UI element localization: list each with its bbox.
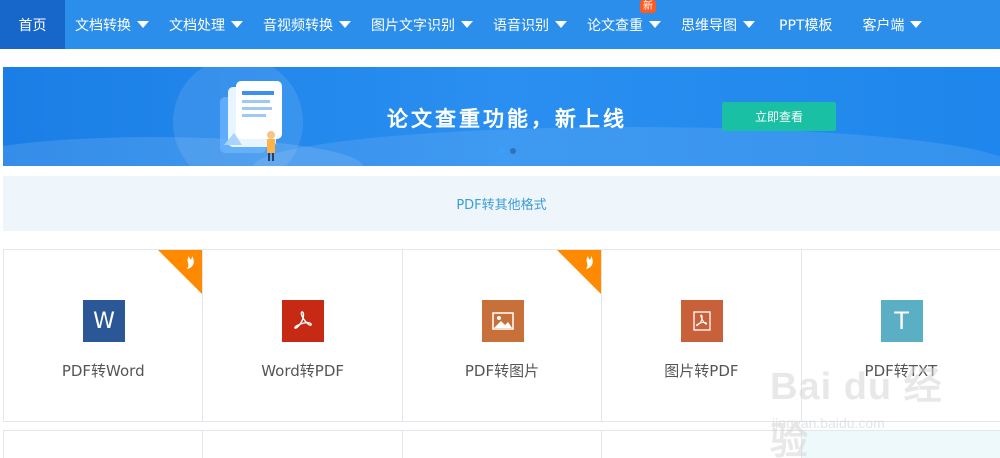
nav-item-label: 文档转换: [75, 17, 131, 34]
nav-item-label: PPT模板: [779, 17, 833, 34]
tool-card[interactable]: [601, 430, 802, 458]
tool-label: PDF转Word: [61, 362, 145, 380]
nav-item-label: 首页: [18, 17, 47, 34]
nav-item-label: 论文查重: [587, 17, 643, 34]
tool-card[interactable]: [202, 430, 403, 458]
hot-fire-icon: [557, 250, 602, 294]
nav-item-doc-process[interactable]: 文档处理: [159, 0, 253, 49]
chevron-down-icon: [910, 21, 923, 28]
new-badge: 新: [640, 0, 656, 13]
nav-item-av-convert[interactable]: 音视频转换: [253, 0, 361, 49]
tool-card-word-to-pdf[interactable]: Word转PDF: [202, 249, 403, 422]
section-title: PDF转其他格式: [3, 176, 1000, 231]
nav-item-label: 语音识别: [493, 17, 549, 34]
nav-item-home[interactable]: 首页: [0, 0, 65, 49]
word-icon-glyph: W: [93, 308, 115, 334]
hot-fire-icon: [158, 250, 203, 294]
word-icon: W: [83, 300, 125, 342]
nav-item-mindmap[interactable]: 思维导图: [671, 0, 765, 49]
tool-label: PDF转TXT: [864, 362, 938, 380]
chevron-down-icon: [339, 21, 351, 28]
nav-item-label: 音视频转换: [263, 17, 333, 34]
tool-card[interactable]: [3, 430, 204, 458]
tool-card-image-to-pdf[interactable]: 图片转PDF: [601, 249, 802, 422]
tool-grid: W PDF转Word Word转PDF PDF转图片 图片转PDF T PDF转…: [3, 249, 1000, 422]
pdf-icon: [282, 300, 325, 342]
nav-item-label: 图片文字识别: [371, 17, 455, 34]
promo-banner[interactable]: 论文查重功能，新上线 立即查看: [3, 67, 1000, 166]
nav-item-plagiarism[interactable]: 论文查重 新: [577, 0, 671, 49]
pdf-icon: [681, 300, 724, 342]
tool-label: PDF转图片: [464, 362, 540, 380]
tool-label: Word转PDF: [261, 362, 344, 380]
nav-item-client[interactable]: 客户端: [842, 0, 932, 49]
chevron-down-icon: [743, 21, 755, 28]
nav-item-ppt[interactable]: PPT模板: [765, 0, 842, 49]
chevron-down-icon: [231, 21, 243, 28]
tool-card[interactable]: [401, 430, 603, 458]
tool-card-pdf-to-image[interactable]: PDF转图片: [401, 249, 603, 422]
nav-item-speech[interactable]: 语音识别: [483, 0, 577, 49]
nav-item-label: 客户端: [862, 17, 905, 34]
nav-item-label: 思维导图: [681, 17, 737, 34]
banner-decoration: [3, 137, 363, 166]
banner-title: 论文查重功能，新上线: [387, 107, 627, 131]
nav-item-doc-convert[interactable]: 文档转换: [65, 0, 159, 49]
txt-icon-glyph: T: [894, 307, 909, 335]
carousel-dot-active[interactable]: [498, 148, 504, 154]
tool-card[interactable]: [800, 430, 1000, 458]
nav-item-label: 文档处理: [169, 17, 225, 34]
chevron-down-icon: [649, 21, 661, 28]
document-illustration-icon: [220, 81, 282, 161]
top-nav: 首页 文档转换 文档处理 音视频转换 图片文字识别 语音识别 论文查重 新 思维导…: [0, 0, 1000, 49]
chevron-down-icon: [461, 21, 473, 28]
tool-card-pdf-to-txt[interactable]: T PDF转TXT: [800, 249, 1000, 422]
image-icon: [481, 300, 524, 342]
chevron-down-icon: [137, 21, 149, 28]
nav-item-ocr[interactable]: 图片文字识别: [361, 0, 483, 49]
view-now-button[interactable]: 立即查看: [722, 102, 836, 131]
carousel-dot[interactable]: [510, 148, 516, 154]
chevron-down-icon: [555, 21, 567, 28]
tool-label: 图片转PDF: [664, 362, 739, 380]
carousel-dots: [498, 148, 516, 154]
tool-grid-row-2: [3, 430, 1000, 458]
tool-card-pdf-to-word[interactable]: W PDF转Word: [3, 249, 204, 422]
txt-icon: T: [880, 300, 923, 342]
